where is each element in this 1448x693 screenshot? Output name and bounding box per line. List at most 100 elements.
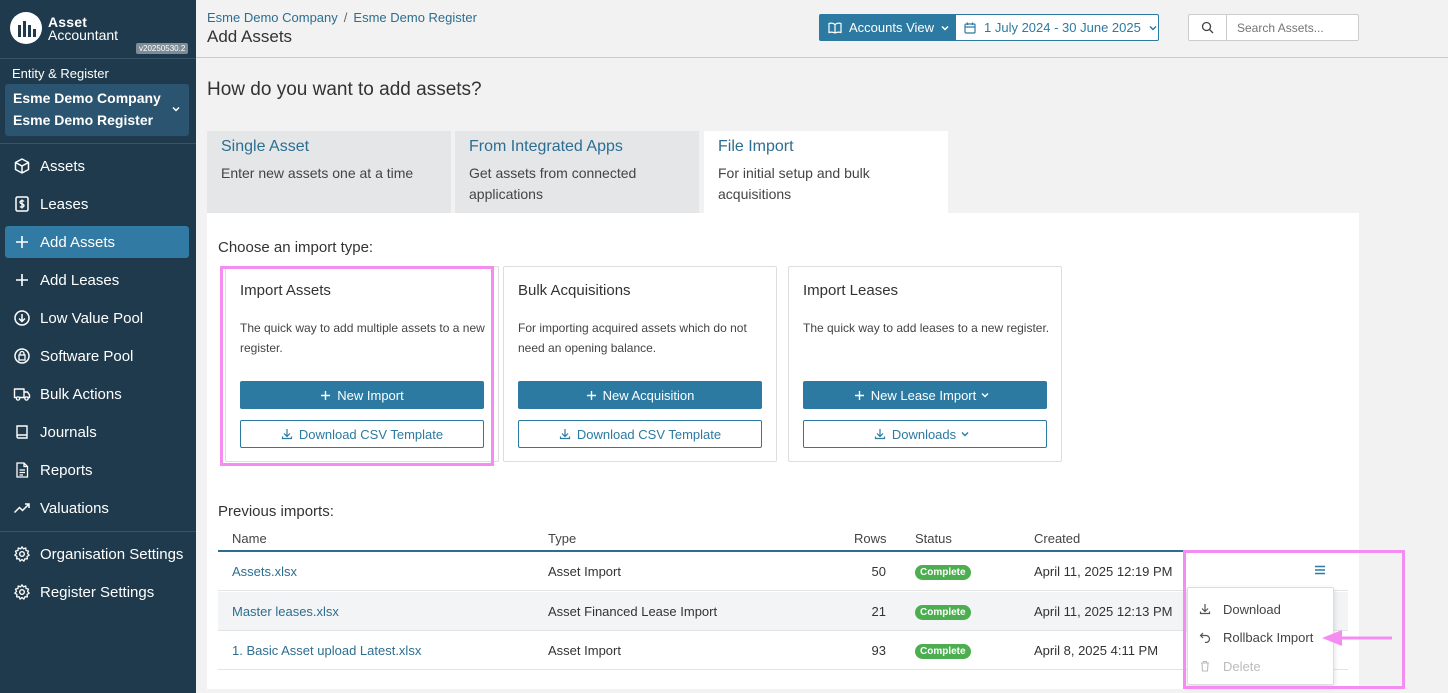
sidebar-item-label: Organisation Settings (40, 545, 184, 563)
import-created: April 11, 2025 12:19 PM (1034, 564, 1173, 579)
sidebar-item-organisation-settings[interactable]: Organisation Settings (5, 538, 189, 570)
top-header: Esme Demo Company / Esme Demo Register Add… (196, 0, 1448, 58)
date-range-picker[interactable]: 1 July 2024 - 30 June 2025 (955, 14, 1159, 41)
search-input[interactable] (1226, 14, 1359, 41)
sidebar-item-label: Bulk Actions (40, 385, 122, 403)
import-file-link[interactable]: 1. Basic Asset upload Latest.xlsx (232, 643, 421, 658)
dollar-doc-icon (15, 196, 29, 212)
accounts-view-label: Accounts View (849, 20, 935, 35)
breadcrumb-register[interactable]: Esme Demo Register (353, 10, 477, 25)
sidebar-item-leases[interactable]: Leases (5, 188, 189, 220)
status-badge: Complete (915, 644, 971, 659)
entity-selector[interactable]: Esme Demo Company Esme Demo Register (5, 84, 189, 136)
gear-icon (14, 546, 30, 562)
plus-icon (16, 274, 28, 286)
import-type: Asset Financed Lease Import (548, 604, 718, 619)
sidebar-item-label: Add Leases (40, 271, 120, 289)
arrow-circle-icon (14, 310, 30, 326)
column-header-name[interactable]: Name (232, 531, 267, 546)
sidebar-item-label: Software Pool (40, 347, 134, 365)
status-badge: Complete (915, 565, 971, 580)
sidebar: Asset Accountant v20250530.2 Entity & Re… (0, 0, 196, 693)
cube-icon (14, 158, 30, 174)
card-bulk-acquisitions: Bulk Acquisitions For importing acquired… (503, 266, 777, 462)
plus-icon (854, 390, 864, 400)
add-assets-question: How do you want to add assets? (207, 79, 482, 100)
sidebar-item-journals[interactable]: Journals (5, 416, 189, 448)
import-file-link[interactable]: Master leases.xlsx (232, 604, 339, 619)
sidebar-item-label: Register Settings (40, 583, 155, 601)
card-title: Bulk Acquisitions (518, 282, 631, 299)
sidebar-item-bulk-actions[interactable]: Bulk Actions (5, 378, 189, 410)
sidebar-item-reports[interactable]: Reports (5, 454, 189, 486)
new-acquisition-button[interactable]: New Acquisition (518, 381, 762, 409)
tab-title: Single Asset (221, 138, 310, 155)
breadcrumb-separator: / (343, 10, 348, 25)
app-name-line2: Accountant (48, 27, 119, 43)
table-row: Assets.xlsx Asset Import 50 Complete Apr… (218, 552, 1348, 591)
status-badge: Complete (915, 605, 971, 620)
sidebar-item-assets[interactable]: Assets (5, 150, 189, 182)
import-type: Asset Import (548, 564, 621, 579)
card-description: For importing acquired assets which do n… (518, 321, 747, 355)
sidebar-item-valuations[interactable]: Valuations (5, 492, 189, 524)
new-lease-import-button[interactable]: New Lease Import (803, 381, 1047, 409)
sidebar-item-add-assets[interactable]: Add Assets (5, 226, 189, 258)
tab-description: Enter new assets one at a time (221, 165, 414, 181)
sidebar-item-label: Low Value Pool (40, 309, 144, 327)
tab-single-asset[interactable]: Single Asset Enter new assets one at a t… (207, 131, 451, 214)
column-header-created[interactable]: Created (1034, 531, 1080, 546)
breadcrumb-company[interactable]: Esme Demo Company (207, 10, 338, 25)
card-import-leases: Import Leases The quick way to add lease… (788, 266, 1062, 462)
highlight-box-import-assets (220, 266, 494, 466)
card-title: Import Leases (803, 282, 899, 299)
logo-icon (10, 12, 42, 44)
search-button[interactable] (1188, 14, 1227, 41)
import-created: April 8, 2025 4:11 PM (1034, 643, 1159, 658)
import-created: April 11, 2025 12:13 PM (1034, 604, 1173, 619)
book-open-icon (828, 22, 842, 34)
download-csv-template-button[interactable]: Download CSV Template (518, 420, 762, 448)
tab-file-import[interactable]: File Import For initial setup and bulk a… (704, 131, 948, 214)
entity-company: Esme Demo Company (13, 90, 161, 106)
import-file-link[interactable]: Assets.xlsx (232, 564, 297, 579)
sidebar-item-software-pool[interactable]: Software Pool (5, 340, 189, 372)
import-type: Asset Import (548, 643, 621, 658)
sidebar-item-add-leases[interactable]: Add Leases (5, 264, 189, 296)
sidebar-item-label: Add Assets (40, 233, 116, 251)
import-rows: 21 (871, 604, 886, 619)
table-row: Master leases.xlsx Asset Financed Lease … (218, 592, 1348, 631)
accounts-view-dropdown[interactable]: Accounts View (819, 14, 955, 41)
plus-icon (16, 236, 28, 248)
column-header-type[interactable]: Type (548, 531, 576, 546)
app-logo[interactable]: Asset Accountant v20250530.2 (10, 12, 190, 56)
sidebar-item-label: Assets (40, 157, 86, 175)
column-header-status[interactable]: Status (915, 531, 952, 546)
highlight-box-row-menu (1183, 550, 1405, 689)
choose-import-type-label: Choose an import type: (218, 239, 374, 256)
column-header-rows[interactable]: Rows (854, 531, 887, 546)
import-rows: 50 (871, 564, 886, 579)
pointer-arrow-icon (1322, 630, 1392, 646)
import-rows: 93 (871, 643, 886, 658)
imports-table-header: Name Type Rows Status Created (218, 531, 1348, 552)
downloads-dropdown-button[interactable]: Downloads (803, 420, 1047, 448)
button-label: Download CSV Template (576, 426, 722, 442)
plus-icon (586, 390, 596, 400)
tab-integrated-apps[interactable]: From Integrated Apps Get assets from con… (455, 131, 699, 214)
chevron-down-icon (941, 25, 949, 31)
sidebar-item-register-settings[interactable]: Register Settings (5, 576, 189, 608)
chevron-down-icon (981, 393, 989, 398)
chevron-down-icon (1149, 25, 1157, 31)
date-range-label: 1 July 2024 - 30 June 2025 (984, 20, 1141, 35)
tab-description: For initial setup and bulk acquisitions (718, 165, 870, 202)
sidebar-item-label: Reports (40, 461, 93, 479)
report-icon (16, 462, 29, 478)
button-label: New Lease Import (870, 387, 977, 403)
tab-title: From Integrated Apps (469, 138, 623, 155)
previous-imports-label: Previous imports: (218, 503, 334, 520)
tab-title: File Import (718, 138, 794, 155)
sidebar-item-low-value-pool[interactable]: Low Value Pool (5, 302, 189, 334)
truck-icon (13, 388, 31, 401)
gear-icon (14, 584, 30, 600)
